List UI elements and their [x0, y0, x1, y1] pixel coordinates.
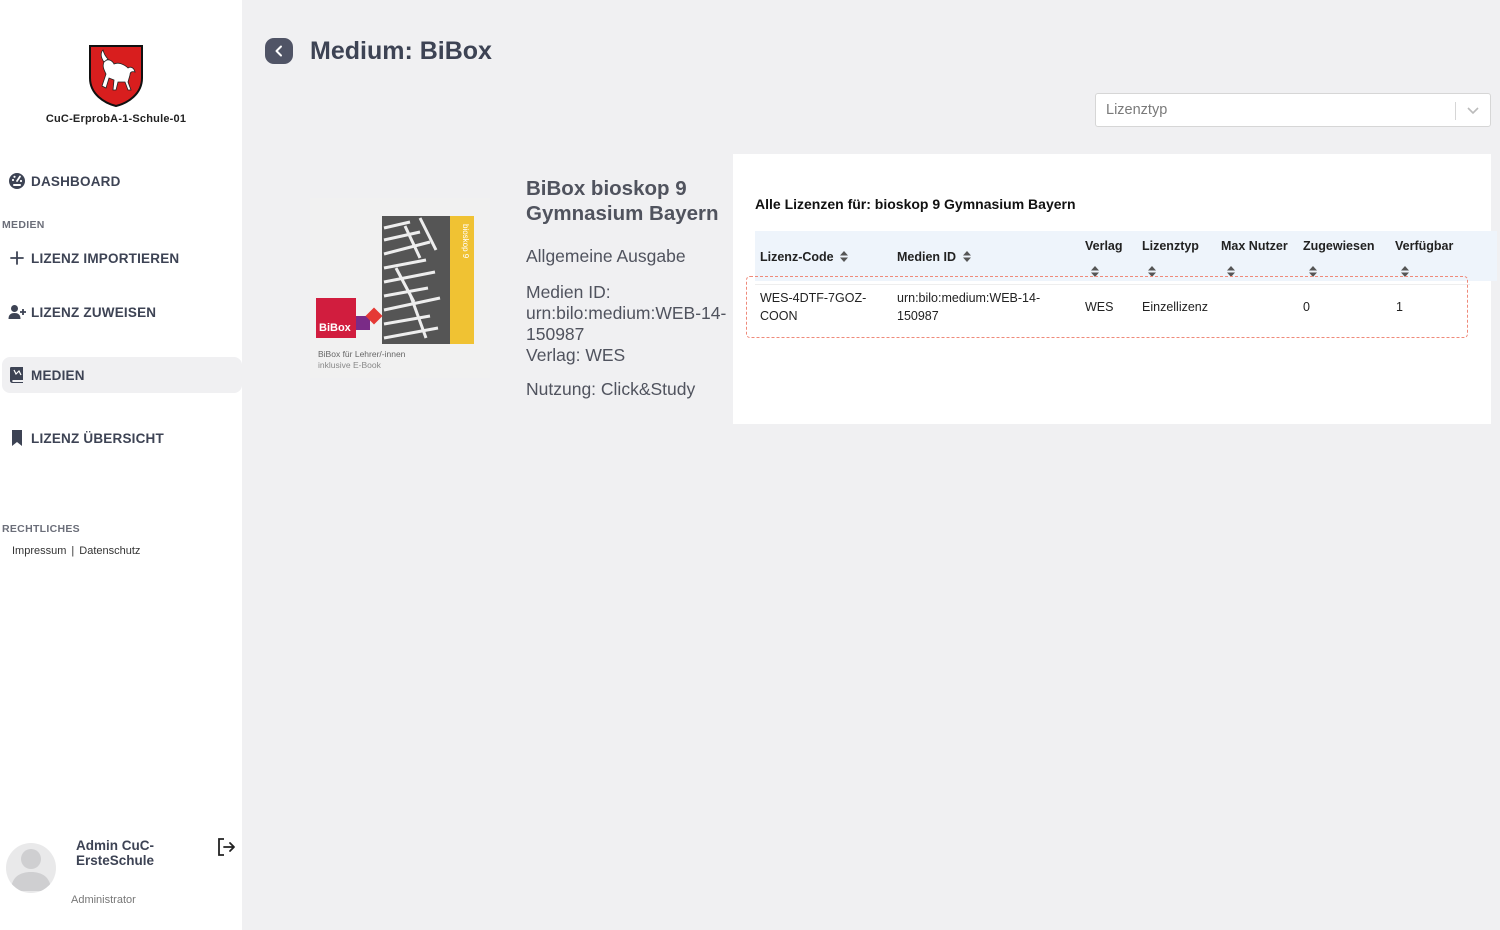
sort-icon	[840, 250, 849, 265]
school-name: CuC-ErprobA-1-Schule-01	[45, 113, 187, 125]
cell-lizenz-code: WES-4DTF-7GOZ-COON	[760, 291, 867, 323]
nav-dashboard[interactable]: DASHBOARD	[2, 163, 242, 199]
niedersachsen-logo	[88, 44, 144, 108]
cover-brand-text: BiBox	[319, 322, 352, 334]
bookmark-icon	[8, 429, 26, 447]
sidebar: CuC-ErprobA-1-Schule-01 DASHBOARD MEDIEN…	[0, 0, 242, 930]
user-role: Administrator	[71, 894, 136, 906]
page-title: Medium: BiBox	[310, 37, 492, 65]
legal-separator: |	[71, 545, 75, 557]
column-header-verfuegbar[interactable]: Verfügbar	[1395, 239, 1454, 277]
nav-dashboard-label: DASHBOARD	[31, 173, 121, 189]
chevron-left-icon	[275, 45, 282, 57]
media-title: BiBox bioskop 9 Gymnasium Bayern	[526, 177, 719, 225]
section-label-medien: MEDIEN	[2, 219, 45, 231]
nav-medien-label: MEDIEN	[31, 367, 85, 383]
cell-verfuegbar: 1	[1396, 300, 1403, 314]
sort-icon	[962, 250, 971, 265]
column-label: Verlag	[1085, 239, 1123, 253]
cell-lizenztyp: Einzellizenz	[1142, 300, 1209, 314]
nav-lizenz-zuweisen[interactable]: LIZENZ ZUWEISEN	[2, 294, 242, 330]
chevron-down-icon	[1466, 103, 1480, 117]
column-label: Lizenztyp	[1142, 239, 1199, 253]
impressum-link[interactable]: Impressum	[12, 545, 66, 557]
nav-lizenz-importieren-label: LIZENZ IMPORTIEREN	[31, 250, 180, 266]
nav-lizenz-uebersicht[interactable]: LIZENZ ÜBERSICHT	[2, 420, 242, 456]
column-label: Lizenz-Code	[760, 250, 834, 264]
plus-icon	[8, 249, 26, 267]
column-label: Zugewiesen	[1303, 239, 1375, 253]
select-divider	[1455, 102, 1456, 120]
avatar	[6, 843, 56, 893]
media-details: Medien ID: urn:bilo:medium:WEB-14-150987…	[526, 282, 734, 366]
lizenztyp-placeholder: Lizenztyp	[1106, 102, 1168, 118]
column-header-medien-id[interactable]: Medien ID	[897, 250, 971, 265]
media-edition: Allgemeine Ausgabe	[526, 246, 686, 266]
media-verlag: Verlag: WES	[526, 345, 626, 365]
user-plus-icon	[8, 303, 26, 321]
nav-lizenz-zuweisen-label: LIZENZ ZUWEISEN	[31, 304, 157, 320]
datenschutz-link[interactable]: Datenschutz	[79, 545, 140, 557]
column-label: Medien ID	[897, 250, 957, 264]
cover-caption-2: inklusive E-Book	[318, 360, 382, 370]
column-header-zugewiesen[interactable]: Zugewiesen	[1303, 239, 1375, 277]
column-header-verlag[interactable]: Verlag	[1085, 239, 1123, 277]
cell-medien-id: urn:bilo:medium:WEB-14-150987	[897, 291, 1041, 323]
cell-zugewiesen: 0	[1303, 300, 1310, 314]
dashboard-icon	[8, 172, 26, 190]
nav-lizenz-uebersicht-label: LIZENZ ÜBERSICHT	[31, 430, 164, 446]
nav-lizenz-importieren[interactable]: LIZENZ IMPORTIEREN	[2, 240, 242, 276]
nav-medien[interactable]: MEDIEN	[2, 357, 242, 393]
legal-links: Impressum | Datenschutz	[12, 545, 140, 557]
section-label-rechtliches: RECHTLICHES	[2, 523, 80, 535]
license-table-header	[755, 231, 1497, 281]
lizenztyp-select[interactable]: Lizenztyp	[1095, 93, 1491, 127]
back-button[interactable]	[265, 38, 293, 64]
license-table-title: Alle Lizenzen für: bioskop 9 Gymnasium B…	[755, 196, 1076, 212]
book-icon	[8, 366, 26, 384]
media-usage: Nutzung: Click&Study	[526, 379, 696, 399]
column-header-lizenz-code[interactable]: Lizenz-Code	[760, 250, 849, 265]
cover-caption-1: BiBox für Lehrer/-innen	[318, 349, 406, 359]
media-cover-image: bioskop 9 BiBox BiBox für Lehrer/-innen …	[310, 198, 490, 378]
logout-icon[interactable]	[216, 837, 236, 857]
media-id-label: Medien ID:	[526, 282, 611, 302]
cover-series-text: bioskop 9	[461, 224, 470, 259]
user-name: Admin CuC-ErsteSchule	[76, 838, 155, 868]
column-label: Max Nutzer	[1221, 239, 1288, 253]
cell-verlag: WES	[1085, 300, 1114, 314]
column-label: Verfügbar	[1395, 239, 1454, 253]
media-id-value: urn:bilo:medium:WEB-14-150987	[526, 303, 727, 344]
column-header-max-nutzer[interactable]: Max Nutzer	[1221, 239, 1288, 277]
license-card: Alle Lizenzen für: bioskop 9 Gymnasium B…	[733, 154, 1497, 424]
column-header-lizenztyp[interactable]: Lizenztyp	[1142, 239, 1199, 277]
